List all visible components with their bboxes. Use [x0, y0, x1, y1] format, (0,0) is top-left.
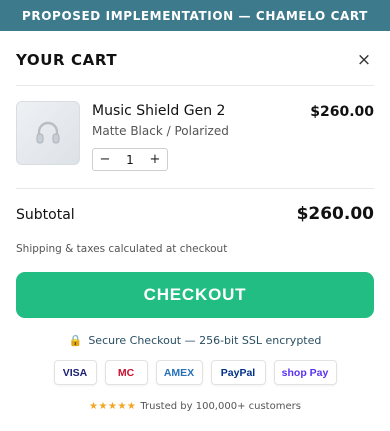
checkout-button[interactable]: CHECKOUT — [16, 272, 374, 318]
secure-text: Secure Checkout — 256-bit SSL encrypted — [88, 333, 322, 347]
product-name[interactable]: Music Shield Gen 2 — [92, 103, 225, 119]
close-icon[interactable]: × — [354, 50, 374, 70]
cart-title: YOUR CART — [16, 51, 118, 69]
rating-stars: ★★★★★ — [89, 400, 137, 412]
increment-button[interactable]: + — [143, 152, 167, 167]
visa-badge: VISA — [53, 360, 97, 385]
secure-checkout-note: 🔒 Secure Checkout — 256-bit SSL encrypte… — [0, 331, 390, 349]
amex-badge: AMEX — [155, 360, 203, 385]
trust-badge: ★★★★★ Trusted by 100,000+ customers — [0, 399, 390, 413]
payment-methods: VISA MC AMEX PayPal shop Pay — [0, 360, 390, 386]
checkout-label: CHECKOUT — [143, 285, 247, 304]
subtotal-value: $260.00 — [296, 204, 374, 224]
cart-header: YOUR CART × — [16, 44, 374, 76]
cart-item: Music Shield Gen 2 Matte Black / Polariz… — [16, 101, 374, 173]
quantity-stepper: − 1 + — [92, 148, 168, 171]
trust-text: Trusted by 100,000+ customers — [140, 400, 301, 412]
lock-icon: 🔒 — [68, 333, 83, 347]
product-thumbnail[interactable] — [16, 101, 80, 165]
product-variant: Matte Black / Polarized — [92, 124, 229, 138]
banner-text: PROPOSED IMPLEMENTATION — CHAMELO CART — [22, 8, 368, 23]
mastercard-badge: MC — [104, 360, 148, 385]
quantity-value[interactable]: 1 — [117, 153, 143, 167]
shipping-note: Shipping & taxes calculated at checkout — [16, 243, 228, 255]
top-banner: PROPOSED IMPLEMENTATION — CHAMELO CART — [0, 0, 390, 31]
shop-pay-badge: shop Pay — [273, 360, 337, 385]
paypal-badge: PayPal — [210, 360, 266, 385]
divider — [16, 85, 374, 86]
headphones-icon — [36, 121, 60, 144]
divider — [16, 188, 374, 189]
decrement-button[interactable]: − — [93, 152, 117, 167]
subtotal-label: Subtotal — [16, 207, 75, 223]
product-price: $260.00 — [310, 104, 374, 120]
